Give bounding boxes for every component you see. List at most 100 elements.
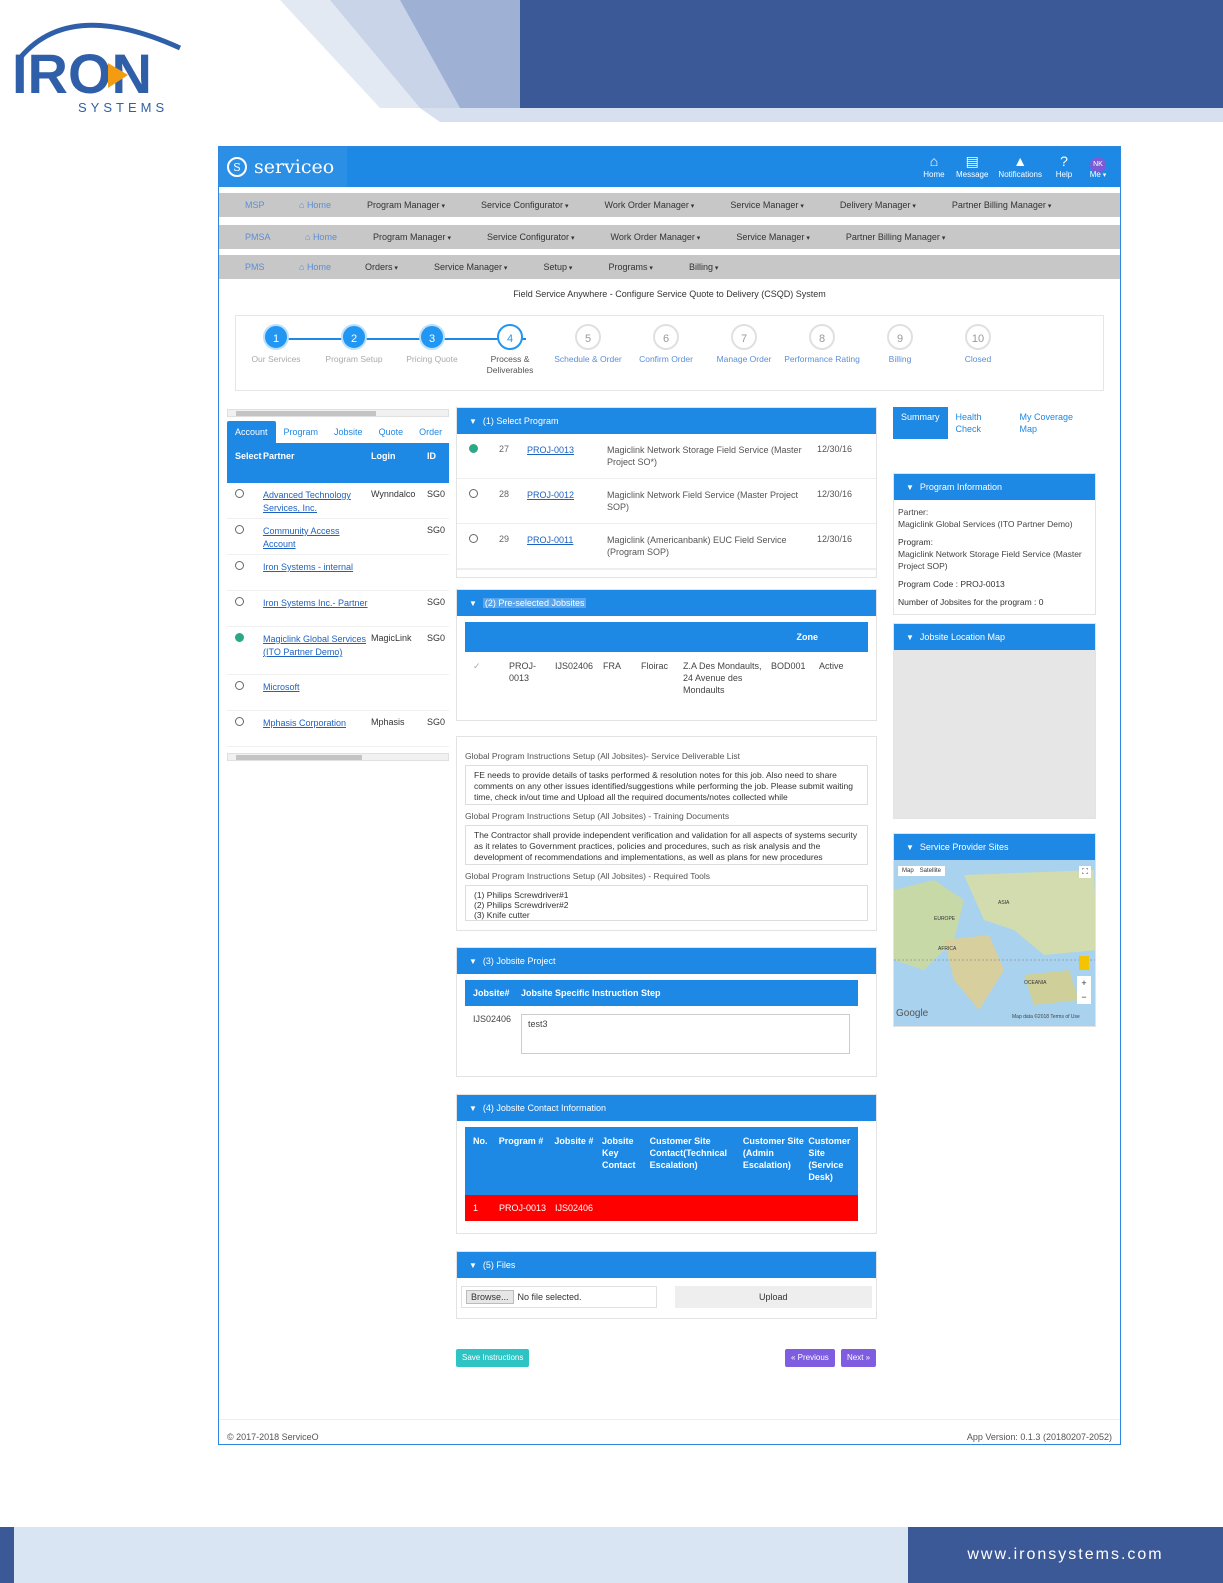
partner-link[interactable]: Advanced Technology Services, Inc. xyxy=(263,489,371,518)
pegman-icon[interactable] xyxy=(1079,956,1089,970)
scrollbar-thumb[interactable] xyxy=(236,411,376,416)
step-10[interactable]: 10 Closed xyxy=(938,324,1018,365)
row-radio[interactable] xyxy=(235,489,244,498)
tab-summary[interactable]: Summary xyxy=(893,407,948,439)
nav-work-order-manager[interactable]: Work Order Manager xyxy=(604,200,694,210)
program-link[interactable]: PROJ-0013 xyxy=(527,444,607,468)
message-button[interactable]: ▤ Message xyxy=(956,152,988,179)
nav-setup[interactable]: Setup xyxy=(543,262,572,272)
contact-row-highlight[interactable]: 1 PROJ-0013 IJS02406 xyxy=(465,1195,858,1221)
tab-account[interactable]: Account xyxy=(227,421,276,443)
zoom-in-icon[interactable]: + xyxy=(1077,976,1091,990)
tools-textarea[interactable]: (1) Philips Screwdriver#1 (2) Philips Sc… xyxy=(465,885,868,921)
nav-home[interactable]: ⌂ Home xyxy=(299,262,331,272)
training-textarea[interactable]: The Contractor shall provide independent… xyxy=(465,825,868,865)
scrollbar-thumb[interactable] xyxy=(236,755,362,760)
nav-service-manager[interactable]: Service Manager xyxy=(434,262,508,272)
step-8[interactable]: 8 Performance Rating xyxy=(782,324,862,365)
user-menu[interactable]: NK Me xyxy=(1086,152,1110,179)
card-header[interactable]: ▼ (5) Files xyxy=(457,1252,876,1278)
tab-coverage-map[interactable]: My Coverage Map xyxy=(1012,407,1084,439)
card-header[interactable]: ▼ (4) Jobsite Contact Information xyxy=(457,1095,876,1121)
file-input[interactable]: Browse... No file selected. xyxy=(461,1286,657,1308)
partner-link[interactable]: Magiclink Global Services (ITO Partner D… xyxy=(263,633,371,674)
program-link[interactable]: PROJ-0011 xyxy=(527,534,607,558)
program-radio[interactable] xyxy=(469,489,478,498)
map-type-toggle[interactable]: Map Satellite xyxy=(898,866,946,876)
map-tab[interactable]: Map xyxy=(902,868,914,874)
jobsite-program: PROJ-0013 xyxy=(509,661,536,683)
step-2[interactable]: 2 Program Setup xyxy=(314,324,394,365)
previous-button[interactable]: « Previous xyxy=(785,1349,835,1367)
nav-program-manager[interactable]: Program Manager xyxy=(373,232,451,242)
scrollbar[interactable] xyxy=(227,409,449,417)
row-radio-selected[interactable] xyxy=(235,633,244,642)
website-url[interactable]: www.ironsystems.com xyxy=(908,1527,1223,1583)
nav-service-configurator[interactable]: Service Configurator xyxy=(487,232,575,242)
partner-link[interactable]: Community Access Account xyxy=(263,525,371,554)
scrollbar[interactable] xyxy=(457,569,876,577)
nav-orders[interactable]: Orders xyxy=(365,262,398,272)
nav-service-manager[interactable]: Service Manager xyxy=(730,200,804,210)
partner-link[interactable]: Iron Systems Inc.- Partner xyxy=(263,597,371,626)
home-nav-button[interactable]: ⌂ Home xyxy=(922,152,946,179)
save-instructions-button[interactable]: Save Instructions xyxy=(456,1349,530,1367)
nav-billing[interactable]: Billing xyxy=(689,262,718,272)
row-radio[interactable] xyxy=(235,597,244,606)
nav-programs[interactable]: Programs xyxy=(608,262,652,272)
program-link[interactable]: PROJ-0012 xyxy=(527,489,607,513)
tab-program[interactable]: Program xyxy=(276,421,327,443)
nav-partner-billing-manager[interactable]: Partner Billing Manager xyxy=(952,200,1052,210)
fullscreen-icon[interactable]: ⛶ xyxy=(1079,866,1091,878)
row-radio[interactable] xyxy=(235,561,244,570)
step-9[interactable]: 9 Billing xyxy=(860,324,940,365)
partner-link[interactable]: Mphasis Corporation xyxy=(263,717,371,746)
jobsite-map[interactable] xyxy=(894,650,1095,818)
notifications-button[interactable]: ▲ Notifications xyxy=(998,152,1042,179)
card-header[interactable]: ▼ (1) Select Program xyxy=(457,408,876,434)
zoom-control[interactable]: + − xyxy=(1077,976,1091,1004)
tab-jobsite[interactable]: Jobsite xyxy=(326,421,371,443)
scrollbar[interactable] xyxy=(227,753,449,761)
step-5[interactable]: 5 Schedule & Order xyxy=(548,324,628,365)
nav-partner-billing-manager[interactable]: Partner Billing Manager xyxy=(846,232,946,242)
nav-service-configurator[interactable]: Service Configurator xyxy=(481,200,569,210)
card-header[interactable]: ▼ Program Information xyxy=(894,474,1095,500)
app-name: serviceo xyxy=(254,156,335,178)
serviceo-logo[interactable]: S serviceo xyxy=(219,147,347,187)
zoom-out-icon[interactable]: − xyxy=(1077,990,1091,1004)
nav-home[interactable]: ⌂ Home xyxy=(299,200,331,210)
next-button[interactable]: Next » xyxy=(841,1349,877,1367)
step-6[interactable]: 6 Confirm Order xyxy=(626,324,706,365)
step-4[interactable]: 4 Process & Deliverables xyxy=(470,324,550,376)
partner-link[interactable]: Iron Systems - internal xyxy=(263,561,371,590)
upload-button[interactable]: Upload xyxy=(674,1286,872,1308)
service-provider-map[interactable]: Map Satellite ASIA EUROPE AFRICA OCEANIA … xyxy=(894,860,1095,1026)
partner-link[interactable]: Microsoft xyxy=(263,681,371,710)
tab-health-check[interactable]: Health Check xyxy=(948,407,1012,439)
help-button[interactable]: ? Help xyxy=(1052,152,1076,179)
nav-delivery-manager[interactable]: Delivery Manager xyxy=(840,200,916,210)
nav-home[interactable]: ⌂ Home xyxy=(305,232,337,242)
deliverable-textarea[interactable]: FE needs to provide details of tasks per… xyxy=(465,765,868,805)
step-1[interactable]: 1 Our Services xyxy=(236,324,316,365)
card-header[interactable]: ▼ Service Provider Sites xyxy=(894,834,1095,860)
nav-program-manager[interactable]: Program Manager xyxy=(367,200,445,210)
card-header[interactable]: ▼ (3) Jobsite Project xyxy=(457,948,876,974)
nav-service-manager[interactable]: Service Manager xyxy=(736,232,810,242)
row-radio[interactable] xyxy=(235,717,244,726)
satellite-tab[interactable]: Satellite xyxy=(920,868,941,874)
step-3[interactable]: 3 Pricing Quote xyxy=(392,324,472,365)
card-header[interactable]: ▼ Jobsite Location Map xyxy=(894,624,1095,650)
program-radio-selected[interactable] xyxy=(469,444,478,453)
card-header[interactable]: ▼ (2) Pre-selected Jobsites xyxy=(457,590,876,616)
step-7[interactable]: 7 Manage Order xyxy=(704,324,784,365)
nav-work-order-manager[interactable]: Work Order Manager xyxy=(610,232,700,242)
program-radio[interactable] xyxy=(469,534,478,543)
tab-quote[interactable]: Quote xyxy=(371,421,412,443)
tab-order[interactable]: Order xyxy=(411,421,450,443)
browse-button[interactable]: Browse... xyxy=(466,1290,514,1304)
row-radio[interactable] xyxy=(235,681,244,690)
instruction-textarea[interactable]: test3 xyxy=(521,1014,850,1054)
row-radio[interactable] xyxy=(235,525,244,534)
